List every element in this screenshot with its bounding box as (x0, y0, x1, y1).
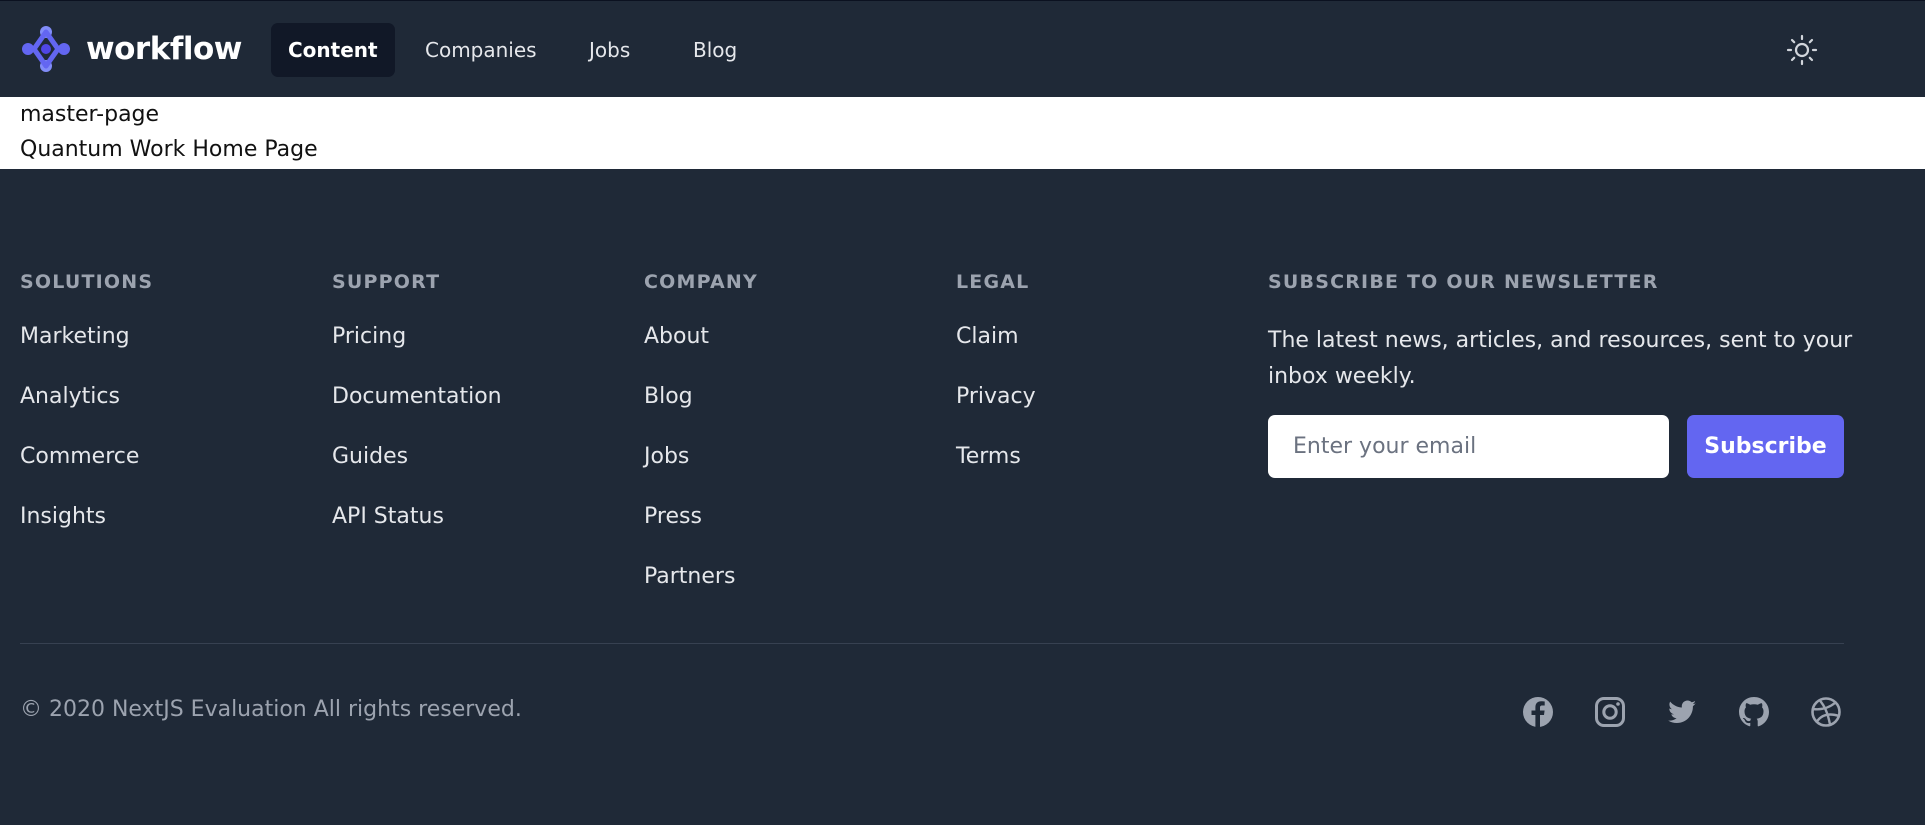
github-icon (1739, 697, 1769, 727)
footer-link-about[interactable]: About (644, 324, 709, 349)
copyright-text: © 2020 NextJS Evaluation All rights rese… (20, 697, 522, 722)
footer-link-claim[interactable]: Claim (956, 324, 1019, 349)
nav-companies[interactable]: Companies (408, 23, 554, 77)
footer-link-commerce[interactable]: Commerce (20, 444, 139, 469)
site-footer: SOLUTIONS Marketing Analytics Commerce I… (0, 169, 1925, 825)
footer-link-press[interactable]: Press (644, 504, 702, 529)
instagram-icon (1595, 697, 1625, 727)
newsletter-heading: SUBSCRIBE TO OUR NEWSLETTER (1268, 271, 1659, 293)
instagram-link[interactable] (1594, 696, 1626, 728)
page-label: master-page (20, 102, 160, 127)
twitter-icon (1668, 700, 1696, 723)
github-link[interactable] (1738, 696, 1770, 728)
dribbble-link[interactable] (1810, 696, 1842, 728)
footer-link-jobs[interactable]: Jobs (644, 444, 689, 469)
brand-name: workflow (86, 31, 242, 67)
top-navigation: workflow Content Companies Jobs Blog (0, 0, 1925, 97)
footer-link-marketing[interactable]: Marketing (20, 324, 130, 349)
email-field[interactable] (1268, 415, 1669, 478)
newsletter-description: The latest news, articles, and resources… (1268, 328, 1853, 389)
dribbble-icon (1811, 697, 1841, 727)
footer-heading-company: COMPANY (644, 271, 758, 293)
nav-jobs[interactable]: Jobs (572, 23, 647, 77)
footer-link-terms[interactable]: Terms (956, 444, 1021, 469)
page-content: master-page Quantum Work Home Page (0, 97, 1925, 169)
nav-content[interactable]: Content (271, 23, 395, 77)
facebook-link[interactable] (1522, 696, 1554, 728)
twitter-link[interactable] (1666, 696, 1698, 728)
page-bottom-edge (0, 825, 1925, 831)
subscribe-button[interactable]: Subscribe (1687, 415, 1844, 478)
footer-link-insights[interactable]: Insights (20, 504, 106, 529)
footer-divider (20, 643, 1844, 644)
nav-blog[interactable]: Blog (676, 23, 754, 77)
footer-link-pricing[interactable]: Pricing (332, 324, 406, 349)
footer-link-guides[interactable]: Guides (332, 444, 408, 469)
workflow-logo-icon (22, 26, 70, 72)
sun-icon (1786, 34, 1818, 66)
footer-link-analytics[interactable]: Analytics (20, 384, 120, 409)
footer-link-partners[interactable]: Partners (644, 564, 735, 589)
footer-heading-solutions: SOLUTIONS (20, 271, 154, 293)
footer-link-api-status[interactable]: API Status (332, 504, 444, 529)
footer-link-privacy[interactable]: Privacy (956, 384, 1036, 409)
footer-heading-support: SUPPORT (332, 271, 441, 293)
brand-logo[interactable]: workflow (20, 25, 242, 73)
footer-link-blog[interactable]: Blog (644, 384, 693, 409)
page-title: Quantum Work Home Page (20, 137, 318, 162)
theme-toggle-button[interactable] (1786, 34, 1818, 66)
footer-link-documentation[interactable]: Documentation (332, 384, 502, 409)
footer-heading-legal: LEGAL (956, 271, 1030, 293)
facebook-icon (1523, 697, 1553, 727)
